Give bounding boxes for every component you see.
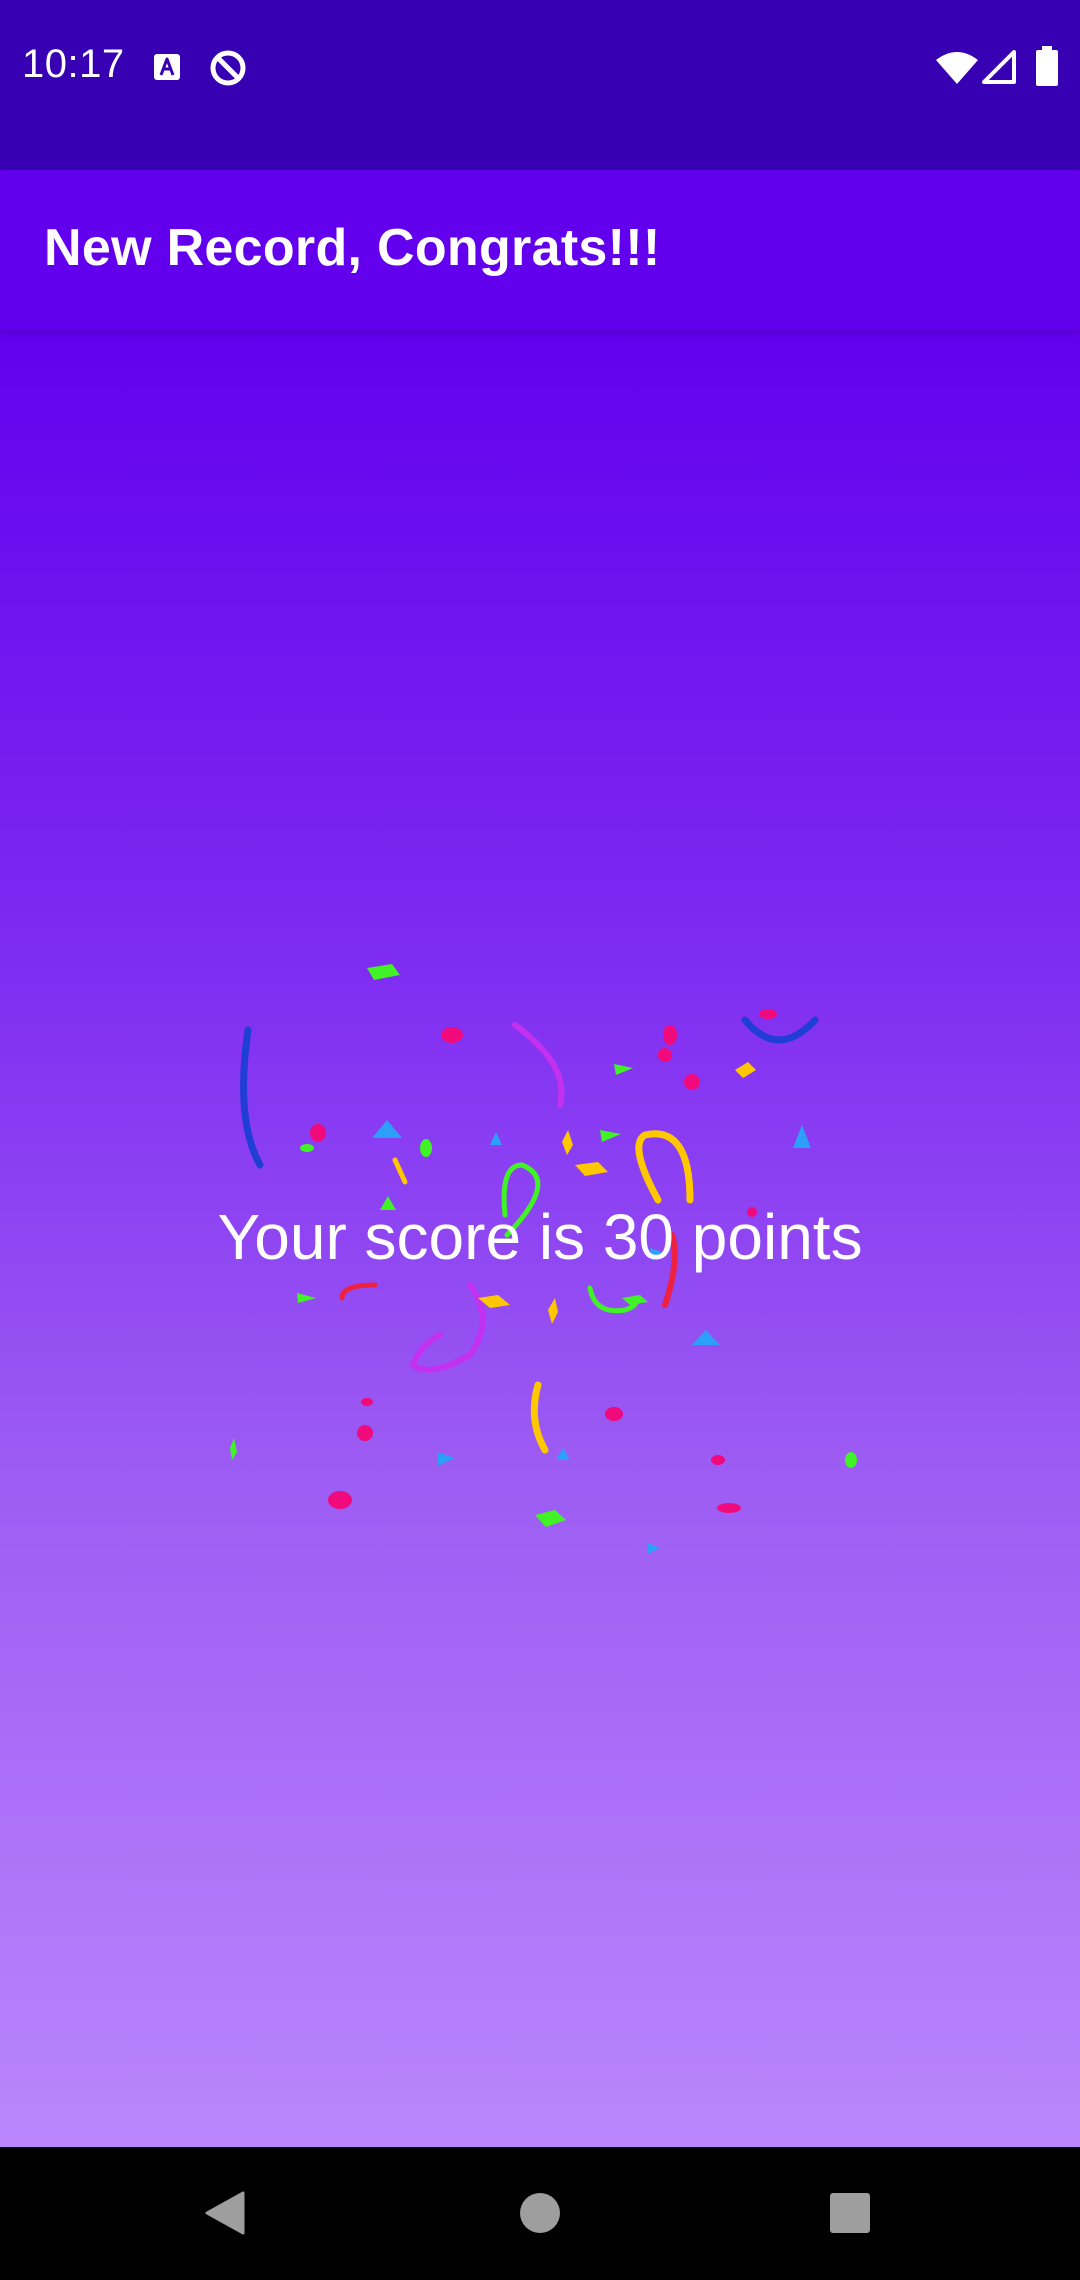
nav-home-button[interactable] <box>490 2163 590 2263</box>
confetti-piece <box>230 1438 237 1460</box>
confetti-streamer <box>512 1022 565 1108</box>
confetti-piece <box>562 1130 573 1155</box>
confetti-dot <box>328 1491 352 1509</box>
home-circle-icon <box>520 2193 560 2233</box>
confetti-piece <box>575 1162 608 1176</box>
battery-icon <box>1036 46 1058 86</box>
confetti-triangle <box>490 1132 502 1145</box>
confetti-dot <box>845 1452 857 1468</box>
app-bar: New Record, Congrats!!! <box>0 170 1080 330</box>
confetti-piece <box>535 1510 566 1527</box>
confetti-triangle <box>648 1543 660 1554</box>
confetti-dot <box>300 1144 314 1152</box>
confetti-streamer <box>741 1016 819 1044</box>
status-time: 10:17 <box>22 42 125 86</box>
font-accessibility-icon <box>154 54 180 80</box>
confetti-dot <box>357 1425 373 1441</box>
confetti-streamer <box>530 1381 549 1454</box>
score-text: Your score is 30 points <box>217 1201 863 1273</box>
status-bar: 10:17 <box>0 0 1080 170</box>
confetti-dot <box>441 1027 463 1043</box>
confetti-triangle <box>793 1125 811 1148</box>
confetti-triangle <box>692 1330 720 1345</box>
confetti-piece <box>548 1298 558 1324</box>
sync-circle-icon <box>210 50 246 86</box>
confetti-dot <box>361 1398 373 1406</box>
confetti-triangle <box>372 1120 402 1138</box>
confetti-dot <box>684 1074 700 1090</box>
confetti-dot <box>711 1455 725 1465</box>
navigation-bar <box>0 2147 1080 2280</box>
page-title: New Record, Congrats!!! <box>44 219 661 277</box>
confetti-triangle <box>297 1293 316 1303</box>
nav-recents-button[interactable] <box>800 2163 900 2263</box>
cellular-signal-icon <box>982 50 1016 84</box>
confetti-streamer <box>240 1026 264 1169</box>
confetti-dot <box>310 1124 326 1142</box>
confetti-piece <box>735 1062 756 1078</box>
confetti-dot <box>658 1048 672 1062</box>
confetti-triangle <box>600 1130 621 1142</box>
confetti-dot <box>663 1025 677 1045</box>
confetti-streamer <box>392 1157 408 1185</box>
confetti-triangle <box>556 1448 570 1460</box>
confetti-triangle <box>437 1452 455 1466</box>
confetti-streamer <box>635 1130 694 1204</box>
recents-square-icon <box>830 2193 870 2233</box>
confetti-triangle <box>614 1064 633 1075</box>
nav-back-button[interactable] <box>175 2163 275 2263</box>
confetti-dot <box>605 1407 623 1421</box>
confetti-streamer <box>409 1282 486 1373</box>
wifi-icon <box>936 52 978 84</box>
back-triangle-icon <box>205 2191 245 2235</box>
confetti-piece <box>622 1295 648 1305</box>
confetti-piece <box>367 964 400 980</box>
confetti-dot <box>420 1139 432 1157</box>
confetti-dot <box>717 1503 741 1513</box>
confetti-streamer <box>339 1282 378 1301</box>
score-screen: Your score is 30 points <box>0 330 1080 2147</box>
confetti-dot <box>759 1009 777 1019</box>
